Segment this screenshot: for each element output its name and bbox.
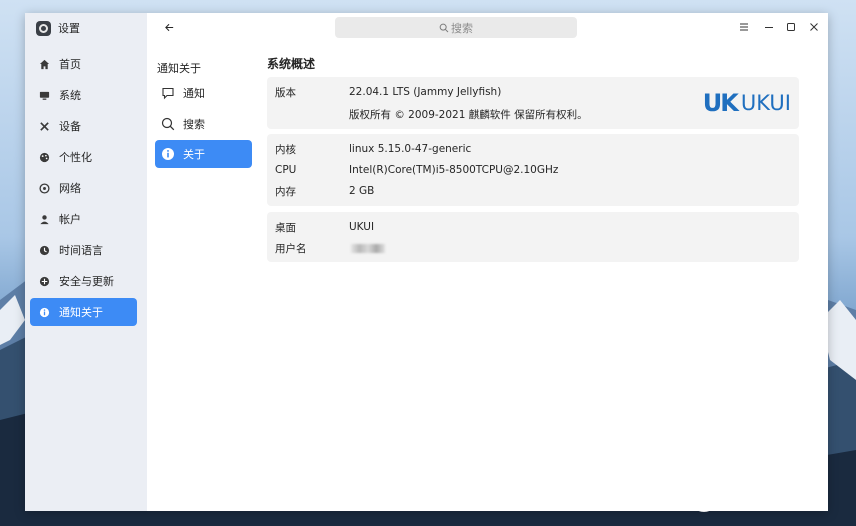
version-card: 版本 22.04.1 LTS (Jammy Jellyfish) 版权所有 © … (267, 77, 799, 129)
sidebar-item-label: 个性化 (59, 151, 92, 164)
desktop-value: UKUI (349, 221, 375, 233)
info-icon (38, 306, 50, 318)
cpu-value: Intel(R)Core(TM)i5-8500TCPU@2.10GHz (349, 164, 559, 176)
sidebar-item-label: 时间语言 (59, 244, 103, 257)
subnav-item-label: 关于 (183, 148, 205, 161)
memory-row: 内存 2 GB (275, 183, 374, 199)
sidebar-item-label: 通知关于 (59, 306, 103, 319)
minimize-icon (765, 27, 773, 28)
page-title: 系统概述 (267, 57, 316, 71)
watermark: 值 什么值得买 (690, 484, 819, 512)
back-button[interactable] (161, 19, 177, 35)
sidebar-item-label: 安全与更新 (59, 275, 114, 288)
sidebar-item-system[interactable]: 系统 (30, 81, 137, 109)
sidebar-item-time-language[interactable]: 时间语言 (30, 236, 137, 264)
copyright-text: 版权所有 © 2009-2021 麒麟软件 保留所有权利。 (349, 108, 588, 121)
memory-key: 内存 (275, 185, 296, 198)
desktop-row: 桌面 UKUI (275, 219, 374, 235)
version-row: 版本 22.04.1 LTS (Jammy Jellyfish) (275, 84, 501, 100)
menu-button[interactable] (736, 19, 752, 35)
ukui-logo-text: UKUI (740, 91, 791, 115)
arrow-left-icon (164, 23, 173, 31)
sidebar-item-label: 系统 (59, 89, 81, 102)
search-input[interactable]: 搜索 (335, 17, 577, 38)
subnav-item-search[interactable]: 搜索 (155, 110, 252, 138)
version-key: 版本 (275, 86, 296, 99)
username-value-redacted (351, 243, 385, 253)
sidebar-item-label: 网络 (59, 182, 81, 195)
desktop-key: 桌面 (275, 221, 296, 234)
cpu-row: CPU Intel(R)Core(TM)i5-8500TCPU@2.10GHz (275, 162, 558, 178)
subnav-title: 通知关于 (157, 62, 201, 75)
sidebar-item-security[interactable]: 安全与更新 (30, 267, 137, 295)
subnav-item-about[interactable]: 关于 (155, 140, 252, 168)
hardware-card: 内核 linux 5.15.0-47-generic CPU Intel(R)C… (267, 134, 799, 206)
sidebar-item-personalize[interactable]: 个性化 (30, 143, 137, 171)
ukui-logo-mark: UK (702, 89, 739, 117)
ukui-logo: UK UKUI (703, 89, 791, 117)
search-icon (439, 23, 449, 32)
palette-icon (38, 151, 50, 163)
close-icon (810, 23, 818, 31)
menu-icon (740, 23, 748, 31)
subnav-item-label: 搜索 (183, 118, 205, 131)
tools-icon (38, 120, 50, 132)
sidebar-item-devices[interactable]: 设备 (30, 112, 137, 140)
subnav-item-label: 通知 (183, 87, 205, 100)
subnav-item-notification[interactable]: 通知 (155, 79, 252, 107)
sidebar-item-label: 帐户 (59, 213, 81, 226)
shield-icon (38, 275, 50, 287)
settings-app-icon (36, 20, 51, 36)
sidebar-item-label: 首页 (59, 58, 81, 71)
copyright-row: 版权所有 © 2009-2021 麒麟软件 保留所有权利。 (275, 106, 588, 122)
watermark-text: 什么值得买 (724, 488, 820, 511)
monitor-icon (38, 89, 50, 101)
memory-value: 2 GB (349, 185, 375, 197)
sidebar-nav: 首页 系统 设备 个性化 网络 帐户 时间语言 安全与更新 通知关于 (30, 50, 137, 329)
maximize-icon (787, 23, 795, 31)
network-icon (38, 182, 50, 194)
sidebar-item-network[interactable]: 网络 (30, 174, 137, 202)
app-header: 设置 (36, 19, 80, 37)
sidebar-item-account[interactable]: 帐户 (30, 205, 137, 233)
notification-icon (162, 87, 174, 100)
search-placeholder: 搜索 (451, 21, 473, 35)
search-icon (161, 117, 175, 131)
user-icon (38, 213, 50, 225)
sidebar-item-home[interactable]: 首页 (30, 50, 137, 78)
username-row: 用户名 (275, 240, 385, 256)
home-icon (38, 58, 50, 70)
sidebar-item-notice-about[interactable]: 通知关于 (30, 298, 137, 326)
settings-window: 设置 首页 系统 设备 个性化 网络 帐户 时间语言 安全与更新 通知关于 搜索… (25, 13, 828, 511)
kernel-value: linux 5.15.0-47-generic (349, 143, 472, 155)
version-value: 22.04.1 LTS (Jammy Jellyfish) (349, 86, 502, 98)
sidebar-item-label: 设备 (59, 120, 81, 133)
username-key: 用户名 (275, 242, 307, 255)
minimize-button[interactable] (761, 19, 777, 35)
info-icon (162, 148, 174, 160)
app-title: 设置 (58, 22, 80, 35)
kernel-key: 内核 (275, 143, 296, 156)
close-button[interactable] (806, 19, 822, 35)
clock-icon (38, 244, 50, 256)
desktop-card: 桌面 UKUI 用户名 (267, 212, 799, 262)
sidebar: 设置 首页 系统 设备 个性化 网络 帐户 时间语言 安全与更新 通知关于 (25, 13, 147, 511)
kernel-row: 内核 linux 5.15.0-47-generic (275, 141, 471, 157)
watermark-logo: 值 (690, 484, 718, 512)
maximize-button[interactable] (783, 19, 799, 35)
cpu-key: CPU (275, 164, 297, 176)
